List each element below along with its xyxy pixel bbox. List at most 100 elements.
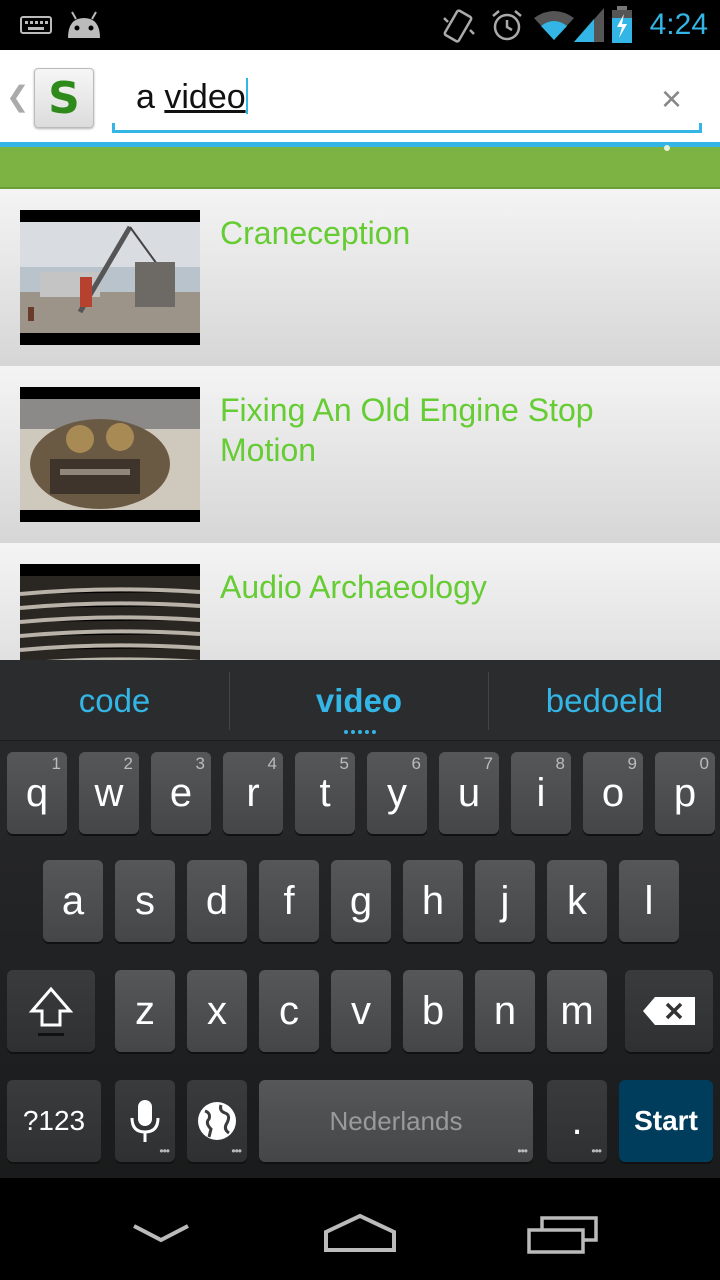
key-e[interactable]: e3 [151,752,211,834]
key-label: r [246,770,260,815]
key-label: i [536,770,546,815]
results-list: Craneception Fixing An Old Engine Stop M… [0,189,720,660]
key-label: a [61,878,85,923]
category-bar [0,145,720,189]
hide-keyboard-icon[interactable] [130,1218,192,1248]
backspace-key[interactable] [625,970,713,1052]
crane-image [20,222,200,333]
key-label: b [421,988,445,1033]
more-dots: ••• [591,1144,602,1158]
key-v[interactable]: v [331,970,391,1052]
field-edge-left [112,123,115,133]
period-key[interactable]: . ••• [547,1080,607,1162]
signal-icon [574,8,604,42]
status-bar: 4:24 [0,0,720,50]
suggestion-video[interactable]: video [230,682,488,720]
suggestion-bedoeld[interactable]: bedoeld [489,682,720,720]
keyboard-icon [20,16,52,34]
search-input[interactable]: a video × [112,64,702,133]
key-t[interactable]: t5 [295,752,355,834]
language-key[interactable]: ••• [187,1080,247,1162]
key-label: Start [634,1105,698,1136]
archaeology-image [20,576,200,660]
list-item[interactable]: Craneception [0,189,720,367]
key-b[interactable]: b [403,970,463,1052]
key-n[interactable]: n [475,970,535,1052]
key-z[interactable]: z [115,970,175,1052]
shift-key[interactable] [7,970,95,1052]
recent-apps-icon[interactable] [526,1216,600,1256]
key-alt: 7 [483,754,493,773]
key-k[interactable]: k [547,860,607,942]
key-j[interactable]: j [475,860,535,942]
back-chevron-icon[interactable]: ❮ [6,80,29,113]
key-alt: 4 [267,754,277,773]
key-alt: 1 [51,754,61,773]
key-r[interactable]: r4 [223,752,283,834]
key-x[interactable]: x [187,970,247,1052]
search-query: a video [136,78,248,117]
key-label: j [500,878,510,923]
clock: 4:24 [649,8,708,41]
space-key[interactable]: Nederlands ••• [259,1080,533,1162]
key-g[interactable]: g [331,860,391,942]
key-label: s [135,878,155,923]
key-label: t [319,770,331,815]
space-label: Nederlands [329,1105,463,1136]
key-alt: 3 [195,754,205,773]
key-alt: 5 [339,754,349,773]
key-s[interactable]: s [115,860,175,942]
key-label: w [94,770,124,815]
key-label: q [25,770,49,815]
video-title: Fixing An Old Engine Stop Motion [220,392,594,468]
alarm-icon [492,10,522,41]
symbols-key[interactable]: ?123 [7,1080,101,1162]
key-m[interactable]: m [547,970,607,1052]
key-label: x [207,988,227,1033]
search-bar: ❮ S a video × [0,50,720,142]
start-key[interactable]: Start [619,1080,713,1162]
more-dots: ••• [159,1144,170,1158]
list-item[interactable]: Fixing An Old Engine Stop Motion [0,366,720,544]
key-a[interactable]: a [43,860,103,942]
video-thumbnail [20,564,200,660]
android-icon [68,11,100,38]
key-label: f [283,878,295,923]
video-thumbnail [20,210,200,345]
app-logo-letter: S [48,72,80,124]
key-label: y [387,770,407,815]
key-o[interactable]: o9 [583,752,643,834]
key-label: h [421,878,445,923]
key-u[interactable]: u7 [439,752,499,834]
list-item[interactable]: Audio Archaeology [0,543,720,660]
voice-key[interactable]: ••• [115,1080,175,1162]
engine-image [20,399,200,510]
video-title: Craneception [220,215,411,251]
key-label: u [457,770,481,815]
suggestion-strip: code video bedoeld [0,660,720,741]
key-label: n [493,988,517,1033]
bar-indicator [664,145,670,151]
key-l[interactable]: l [619,860,679,942]
key-i[interactable]: i8 [511,752,571,834]
field-edge-right [699,123,702,133]
app-logo[interactable]: S [34,68,94,128]
clear-icon[interactable]: × [661,78,682,120]
key-alt: 2 [123,754,133,773]
key-d[interactable]: d [187,860,247,942]
key-w[interactable]: w2 [79,752,139,834]
key-label: . [571,1098,583,1143]
key-c[interactable]: c [259,970,319,1052]
suggestion-code[interactable]: code [0,682,229,720]
key-label: ?123 [22,1105,86,1136]
key-label: m [560,988,594,1033]
key-label: o [601,770,625,815]
home-icon[interactable] [322,1212,398,1254]
key-y[interactable]: y6 [367,752,427,834]
key-h[interactable]: h [403,860,463,942]
key-p[interactable]: p0 [655,752,715,834]
key-alt: 6 [411,754,421,773]
key-label: k [567,878,587,923]
key-f[interactable]: f [259,860,319,942]
key-q[interactable]: q1 [7,752,67,834]
